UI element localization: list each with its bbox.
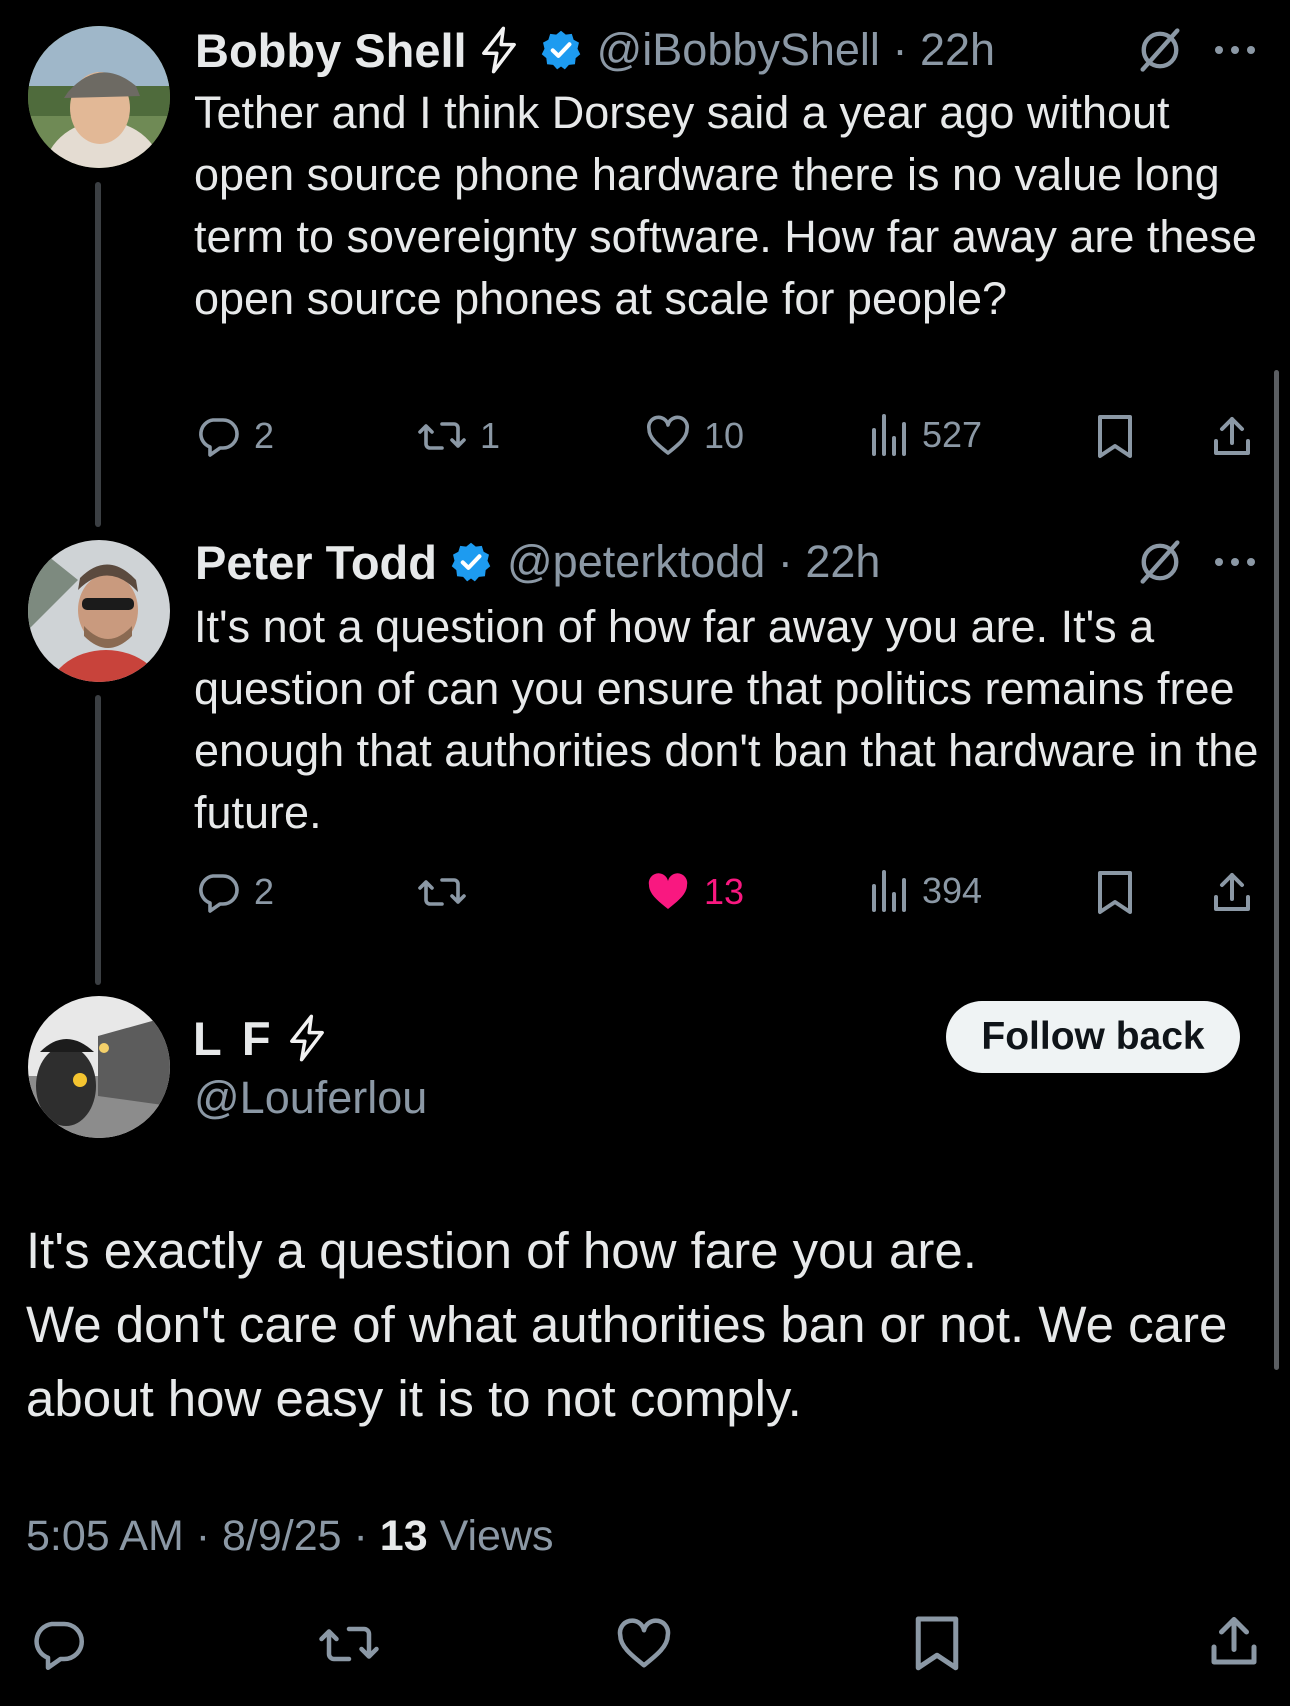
reply-count: 2: [254, 871, 275, 912]
author-name[interactable]: L F: [193, 1011, 275, 1066]
avatar-bobby-shell[interactable]: [28, 26, 170, 168]
separator-dot: ·: [195, 1512, 211, 1560]
like-icon[interactable]: [614, 1614, 674, 1679]
repost-button[interactable]: [416, 868, 480, 916]
separator-dot: ·: [353, 1512, 368, 1560]
author-handle[interactable]: @peterktodd: [507, 536, 765, 587]
grok-icon[interactable]: [1134, 536, 1186, 593]
views-count: 527: [922, 414, 983, 455]
reply-icon[interactable]: [28, 1614, 88, 1679]
reply-count: 2: [254, 415, 275, 456]
grok-icon[interactable]: [1134, 24, 1186, 81]
like-count: 10: [704, 415, 745, 456]
scrollbar[interactable]: [1274, 370, 1279, 1370]
repost-count: 1: [480, 415, 501, 456]
avatar-peter-todd[interactable]: [28, 540, 170, 682]
reply-button[interactable]: 2: [194, 412, 274, 460]
bookmark-icon[interactable]: [910, 1614, 964, 1679]
author-name[interactable]: Bobby Shell: [195, 23, 467, 78]
verified-badge-icon: [539, 28, 583, 72]
more-icon[interactable]: [1212, 40, 1258, 65]
share-icon[interactable]: [1208, 869, 1256, 922]
tweet-text: It's not a question of how far away you …: [194, 601, 1259, 838]
repost-icon: [416, 868, 468, 916]
follow-back-button[interactable]: Follow back: [946, 1001, 1240, 1073]
views-count: 13: [379, 1512, 428, 1560]
reply-icon: [194, 412, 242, 460]
views-button[interactable]: 527: [868, 412, 982, 458]
repost-button[interactable]: 1: [416, 412, 500, 460]
bookmark-icon[interactable]: [1094, 869, 1136, 922]
author-handle[interactable]: @iBobbyShell: [597, 24, 880, 75]
tweet-time[interactable]: 5:05 AM: [26, 1512, 184, 1560]
separator-dot: ·: [892, 24, 908, 75]
tweet-time[interactable]: 22h: [805, 536, 880, 587]
reply-icon: [194, 868, 242, 916]
like-button[interactable]: 13: [644, 868, 744, 916]
reply-button[interactable]: 2: [194, 868, 274, 916]
more-icon[interactable]: [1212, 552, 1258, 577]
separator-dot: ·: [777, 536, 793, 587]
tweet-date[interactable]: 8/9/25: [222, 1512, 342, 1560]
like-icon: [644, 868, 692, 916]
views-count: 394: [922, 870, 983, 911]
like-icon: [644, 412, 692, 460]
verified-badge-icon: [449, 540, 493, 584]
author-handle[interactable]: @Louferlou: [194, 1072, 427, 1124]
tweet-text: Tether and I think Dorsey said a year ag…: [194, 87, 1257, 324]
thread-line: [95, 695, 101, 985]
views-label: Views: [439, 1512, 554, 1560]
avatar-lf[interactable]: [28, 996, 170, 1138]
bookmark-icon[interactable]: [1094, 413, 1136, 466]
share-icon[interactable]: [1208, 413, 1256, 466]
lightning-icon: [473, 24, 525, 76]
tweet-time[interactable]: 22h: [920, 24, 995, 75]
views-icon: [868, 868, 910, 914]
repost-icon: [416, 412, 468, 460]
thread-line: [95, 182, 101, 527]
repost-icon[interactable]: [316, 1614, 382, 1679]
share-icon[interactable]: [1204, 1612, 1264, 1677]
like-button[interactable]: 10: [644, 412, 744, 460]
lightning-icon: [281, 1012, 333, 1064]
main-tweet-text: It's exactly a question of how fare you …: [26, 1222, 1228, 1427]
views-icon: [868, 412, 910, 458]
like-count: 13: [704, 871, 745, 912]
author-name[interactable]: Peter Todd: [195, 535, 437, 590]
views-button[interactable]: 394: [868, 868, 982, 914]
